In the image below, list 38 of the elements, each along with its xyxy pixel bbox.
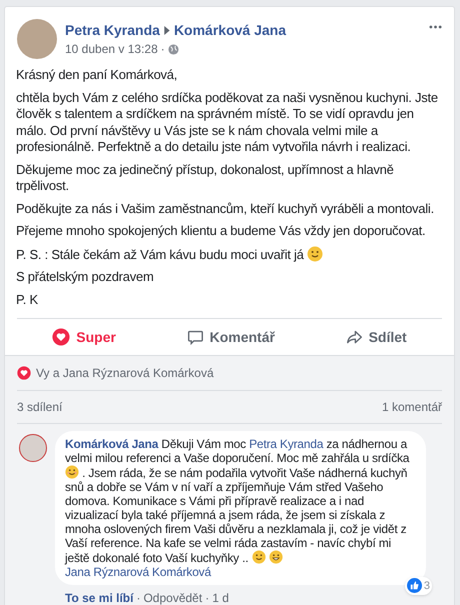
share-arrow-icon	[346, 328, 363, 346]
speech-bubble-icon	[186, 328, 204, 346]
reply-link[interactable]: Odpovědět	[143, 589, 202, 605]
mention-link[interactable]: Petra Kyranda	[249, 437, 324, 451]
page-link[interactable]: Komárková Jana	[174, 21, 286, 39]
separator-dot: ·	[205, 590, 210, 605]
post-time[interactable]: 10 duben v 13:28	[65, 40, 158, 58]
smiling-face-icon	[306, 246, 323, 262]
separator-dot: ·	[160, 41, 165, 58]
smiling-face-icon	[252, 550, 266, 564]
post-paragraph: Děkujeme moc za jedinečný přístup, dokonalost, upřímnost a hlavně trpělivost.	[16, 162, 395, 194]
share-action-button[interactable]: Sdílet	[338, 321, 415, 353]
post-paragraph: Přejeme mnoho spokojených klientu a budeme Vás vždy jen doporučovat.	[16, 223, 426, 240]
post-paragraph: S přátelským pozdravem	[16, 269, 155, 286]
comment-action-button[interactable]: Komentář	[178, 321, 283, 353]
avatar	[17, 19, 57, 59]
separator-dot: ·	[136, 590, 140, 605]
heart-action-button[interactable]: Super	[44, 321, 124, 353]
more-options-icon[interactable]	[429, 25, 442, 29]
post-paragraph: P. S. : Stále čekám až Vám kávu budu moci uvařit já	[16, 246, 443, 263]
grinning-face-icon	[268, 550, 283, 564]
comment-age: 1 d	[212, 590, 229, 605]
like-link[interactable]: To se mi líbí	[65, 589, 134, 605]
reactions-link[interactable]: Vy a Jana Rýznarová Komárková	[36, 364, 214, 382]
like-count: 3	[424, 578, 430, 594]
post-paragraph: chtěla bych Vám z celého srdíčka poděkovat za naši vysněnou kuchyni. Jste člověk s talentem a srdíčkem na správném místě. To se vidí opravdu jen málo. Od první návštěvy u Vás jste se k nám chovala velmi mile a profesionálně. Perfektně a do detailu jste nám vytvořila návrh i realizaci.	[16, 90, 439, 156]
mention-link[interactable]: Jana Rýznarová Komárková	[65, 565, 211, 579]
commenter-avatar	[19, 434, 47, 462]
comments-count-link[interactable]: 1 komentář	[382, 398, 442, 416]
post-paragraph: Poděkujte za nás i Vašim zaměstnancům, kteří kuchyň vyráběli a montovali.	[16, 200, 435, 217]
triangle-icon	[164, 26, 170, 34]
author-link[interactable]: Petra Kyranda	[65, 21, 160, 39]
smiling-face-icon	[65, 465, 79, 479]
post-paragraph: Krásný den paní Komárková,	[16, 67, 178, 84]
globe-icon	[168, 44, 179, 54]
shares-count-link[interactable]: 3 sdílení	[17, 398, 62, 416]
post-paragraph: P. K	[16, 292, 39, 308]
comment-text: Komárková Jana Děkuji Vám moc Petra Kyranda za nádhernou a velmi milou referenci a Vaše doporučení. Moc mě zahřála u srdíčka . Jsem ráda, že se nám podařila vytvořit Vaše nádherná kuchyň snů a dobře se Vám v ní vaří a zpříjemňuje Vám střed Vašeho domova. Komunikace s Vámi při přípravě realizace a i nad vizualizací byla také příjemná a jsem ráda, že jsem si získala z mnoha oslovených firem Vaši důvěru a nezklamala ji, což je vidět z Vaší reference. Na kafe se velmi ráda zastavím - navíc chybí mi ještě dokonalé foto Vaší kuchyňky .. Jana Rýznarová Komárková	[65, 437, 410, 579]
